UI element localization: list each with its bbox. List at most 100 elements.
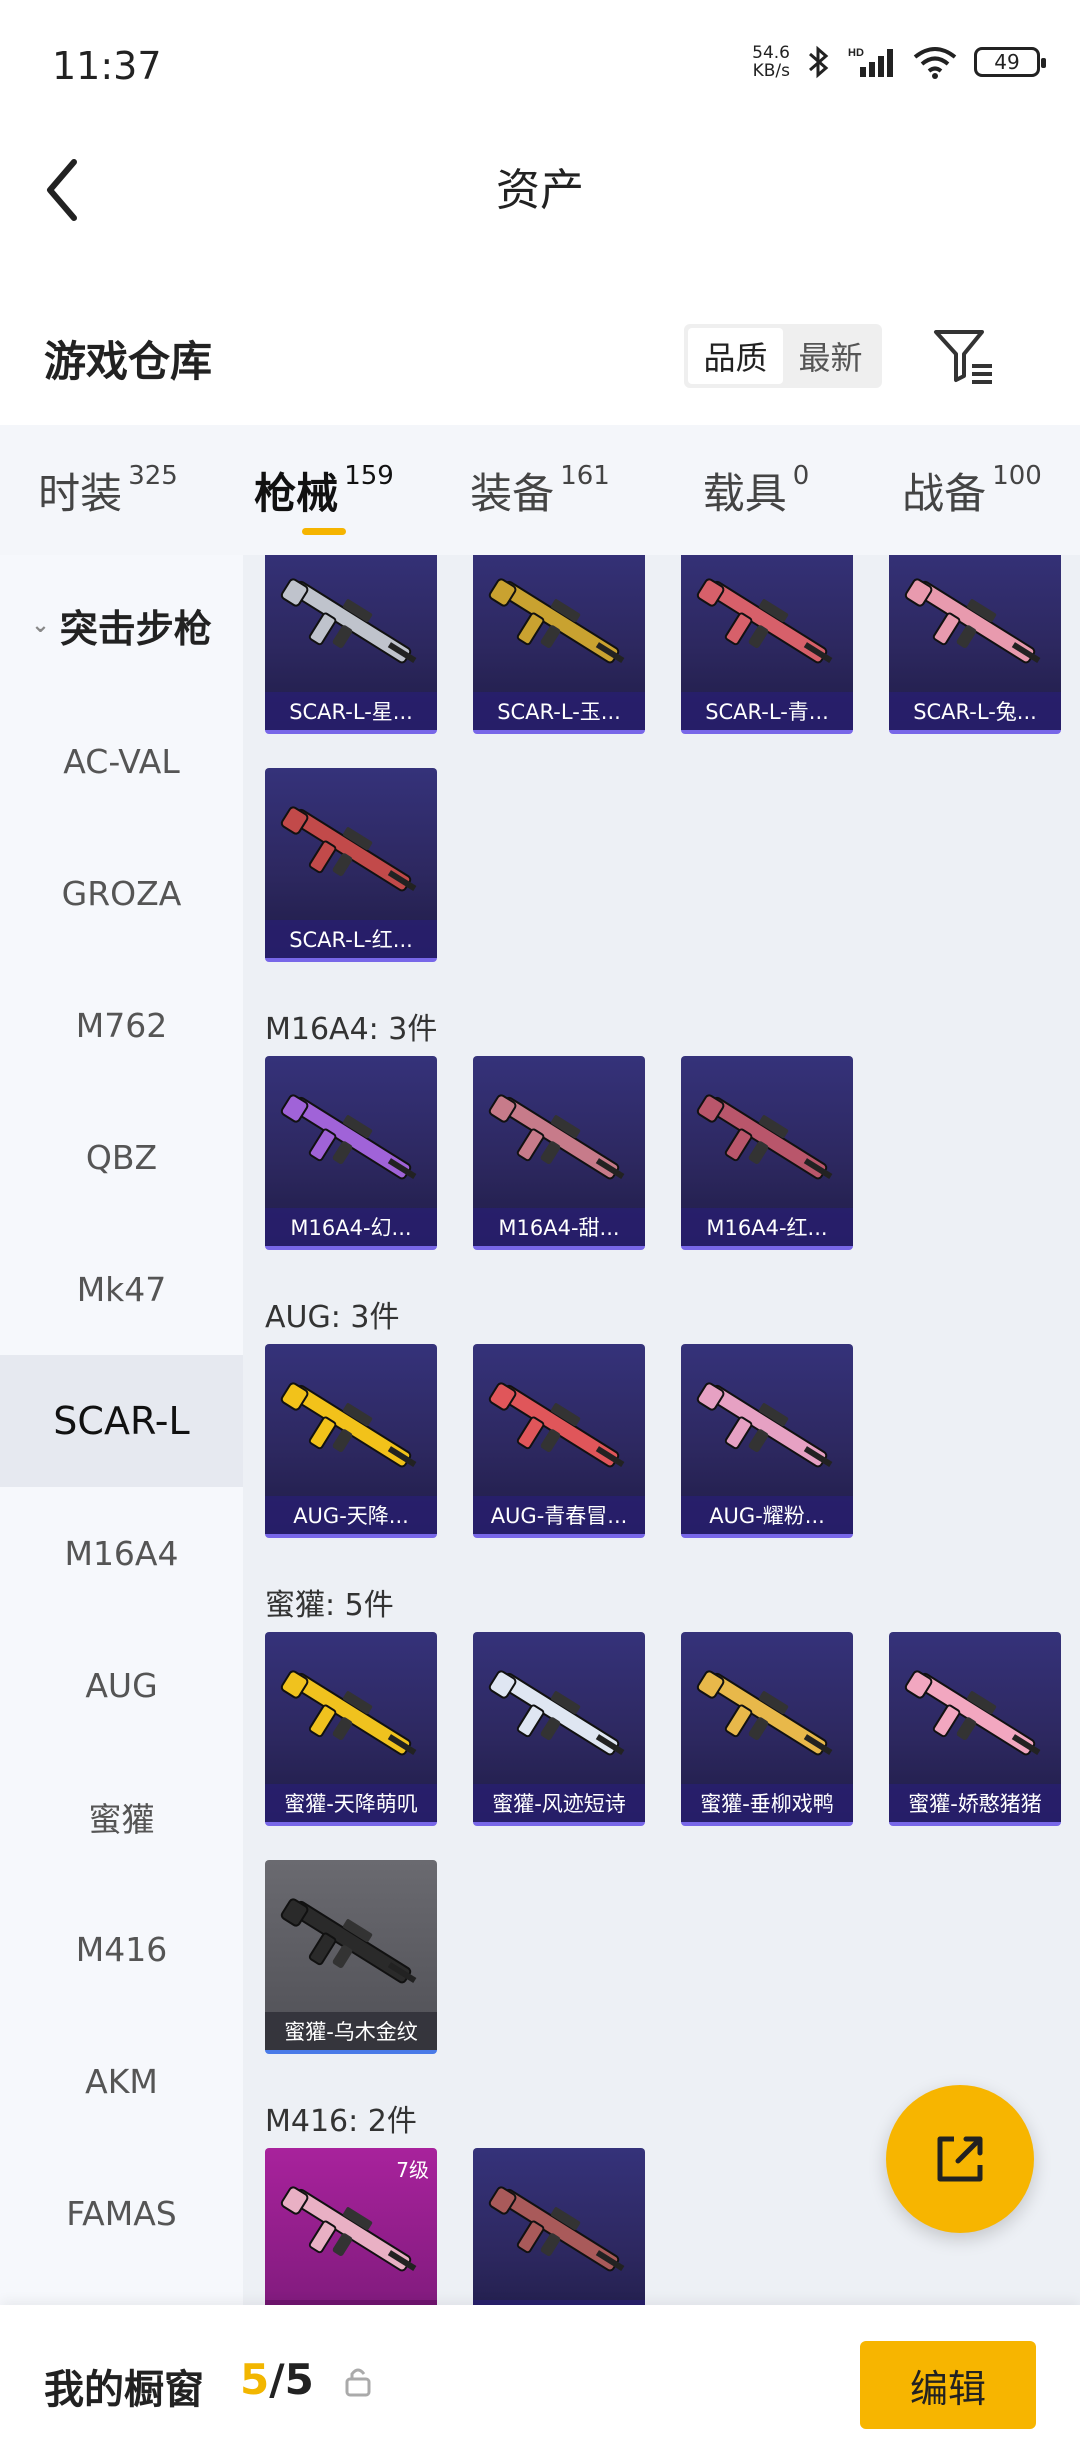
chevron-down-icon: ⌄ — [31, 612, 50, 638]
weapon-skin-name: SCAR-L-红... — [265, 920, 437, 958]
sidebar-item[interactable]: 蜜獾 — [0, 1751, 243, 1883]
tab-vehicles[interactable]: 载具 0 — [648, 425, 864, 555]
share-icon — [937, 2136, 983, 2182]
weapon-skin-name: SCAR-L-兔... — [889, 692, 1061, 730]
weapon-skin-name: AUG-青春冒... — [473, 1496, 645, 1534]
weapon-skin-image — [696, 578, 833, 664]
showcase-current: 5 — [240, 2355, 270, 2404]
weapon-skin-image — [488, 1670, 625, 1756]
weapon-skin-image — [696, 1382, 833, 1468]
sidebar-item[interactable]: M762 — [0, 959, 243, 1091]
weapon-skin-image — [904, 578, 1041, 664]
tab-firearms[interactable]: 枪械 159 — [216, 425, 432, 555]
weapon-skin-image — [280, 1898, 417, 1984]
section-title: AUG: 3件 — [265, 1300, 400, 1335]
tab-label: 时装 — [38, 468, 123, 518]
wifi-icon — [913, 47, 957, 79]
weapon-skin-card[interactable]: M16A4-红... — [681, 1056, 853, 1250]
sidebar-group-assault-rifles[interactable]: ⌄ 突击步枪 — [0, 555, 243, 695]
weapon-grid: 蜜獾-天降萌叽 蜜獾-风迹短诗 蜜獾-垂柳戏鸭 蜜獾-娇憨猪猪蜜獾-乌木金纹 — [243, 1632, 1080, 2088]
weapon-skin-card[interactable]: SCAR-L-星... — [265, 555, 437, 734]
weapon-skin-name: 蜜獾-天降萌叽 — [265, 1784, 437, 1822]
weapon-skin-image — [280, 1670, 417, 1756]
weapon-skin-name: M16A4-幻... — [265, 1208, 437, 1246]
sidebar-item[interactable]: QBZ — [0, 1091, 243, 1223]
tab-fashion[interactable]: 时装 325 — [0, 425, 216, 555]
edit-button[interactable]: 编辑 — [860, 2341, 1036, 2429]
weapon-skin-image — [280, 1382, 417, 1468]
weapon-skin-name: AUG-耀粉... — [681, 1496, 853, 1534]
sidebar-item[interactable]: AUG — [0, 1619, 243, 1751]
sort-quality-button[interactable]: 品质 — [688, 328, 783, 384]
weapon-skin-card[interactable]: 蜜獾-垂柳戏鸭 — [681, 1632, 853, 1826]
weapon-sections: SCAR-L-星... SCAR-L-玉... SCAR-L-青... SCAR-L-… — [243, 555, 1080, 2305]
weapon-skin-image — [488, 578, 625, 664]
weapon-skin-card[interactable]: 蜜獾-风迹短诗 — [473, 1632, 645, 1826]
weapon-skin-name: 蜜獾-风迹短诗 — [473, 1784, 645, 1822]
weapon-skin-name: SCAR-L-玉... — [473, 692, 645, 730]
sidebar-item[interactable]: SCAR-L — [0, 1355, 243, 1487]
weapon-skin-card[interactable]: SCAR-L-红... — [265, 768, 437, 962]
weapon-skin-image — [488, 2186, 625, 2272]
status-time: 11:37 — [52, 44, 162, 88]
weapon-skin-card[interactable]: 7级M416-心之... — [265, 2148, 437, 2305]
network-speed: 54.6 KB/s — [752, 43, 790, 81]
weapon-skin-name: 蜜獾-娇憨猪猪 — [889, 1784, 1061, 1822]
weapon-skin-image — [696, 1670, 833, 1756]
tab-combat-supplies[interactable]: 战备 100 — [864, 425, 1080, 555]
warehouse-header: 游戏仓库 品质 最新 — [0, 300, 1080, 410]
sidebar-item[interactable]: Mk47 — [0, 1223, 243, 1355]
sidebar-item[interactable]: M16A4 — [0, 1487, 243, 1619]
sort-toggle: 品质 最新 — [684, 324, 882, 388]
weapon-skin-card[interactable]: 蜜獾-娇憨猪猪 — [889, 1632, 1061, 1826]
tab-label: 枪械 — [254, 468, 339, 518]
weapon-grid: M16A4-幻... M16A4-甜... M16A4-红... — [243, 1056, 1080, 1284]
weapon-skin-card[interactable]: AUG-耀粉... — [681, 1344, 853, 1538]
weapon-skin-image — [280, 2186, 417, 2272]
weapon-skin-image — [280, 578, 417, 664]
section-title: 蜜獾: 5件 — [265, 1588, 394, 1623]
weapon-grid: AUG-天降... AUG-青春冒... AUG-耀粉... — [243, 1344, 1080, 1572]
weapon-skin-name: SCAR-L-星... — [265, 692, 437, 730]
weapon-skin-card[interactable]: AUG-青春冒... — [473, 1344, 645, 1538]
weapon-skin-card[interactable]: M16A4-幻... — [265, 1056, 437, 1250]
warehouse-title: 游戏仓库 — [44, 337, 213, 386]
weapon-skin-card[interactable]: AUG-天降... — [265, 1344, 437, 1538]
active-tab-indicator — [302, 528, 346, 535]
sidebar-item[interactable]: M416 — [0, 1883, 243, 2015]
weapon-skin-card[interactable]: 蜜獾-乌木金纹 — [265, 1860, 437, 2054]
weapon-skin-card[interactable]: SCAR-L-青... — [681, 555, 853, 734]
sidebar-item[interactable]: FAMAS — [0, 2147, 243, 2279]
share-fab-button[interactable] — [886, 2085, 1034, 2233]
sidebar-item[interactable]: AKM — [0, 2015, 243, 2147]
signal-icon: HD — [848, 47, 893, 77]
weapon-skin-card[interactable]: SCAR-L-兔... — [889, 555, 1061, 734]
tab-count: 100 — [992, 461, 1042, 491]
sidebar-item[interactable]: AC-VAL — [0, 695, 243, 827]
sidebar-item[interactable]: GROZA — [0, 827, 243, 959]
section-title: M16A4: 3件 — [265, 1012, 438, 1047]
tab-label: 战备 — [902, 468, 987, 518]
weapon-grid: SCAR-L-星... SCAR-L-玉... SCAR-L-青... SCAR-L-… — [243, 555, 1080, 996]
tab-count: 325 — [128, 461, 178, 491]
filter-button[interactable] — [930, 324, 1000, 390]
filter-icon — [934, 330, 992, 384]
status-bar: 11:37 54.6 KB/s HD 49 — [0, 0, 1080, 130]
weapon-skin-name: M16A4-甜... — [473, 1208, 645, 1246]
weapon-type-sidebar: ⌄ 突击步枪 AC-VAL GROZA M762 QBZ Mk47 SCAR-L M16A4… — [0, 555, 243, 2305]
tab-equipment[interactable]: 装备 161 — [432, 425, 648, 555]
weapon-grid-area[interactable]: SCAR-L-星... SCAR-L-玉... SCAR-L-青... SCAR-L-… — [243, 555, 1080, 2305]
weapon-skin-image — [488, 1382, 625, 1468]
weapon-skin-card[interactable]: SCAR-L-玉... — [473, 555, 645, 734]
weapon-skin-card[interactable]: 蜜獾-天降萌叽 — [265, 1632, 437, 1826]
sidebar-list: AC-VAL GROZA M762 QBZ Mk47 SCAR-L M16A4 AUG 蜜獾 M4… — [0, 695, 243, 2279]
tab-label: 载具 — [702, 468, 787, 518]
weapon-skin-card[interactable]: M416-红色... — [473, 2148, 645, 2305]
weapon-skin-image — [280, 1094, 417, 1180]
category-tabs: 时装 325 枪械 159 装备 161 载具 0 战备 100 — [0, 425, 1080, 555]
weapon-skin-card[interactable]: M16A4-甜... — [473, 1056, 645, 1250]
weapon-skin-name: 蜜獾-乌木金纹 — [265, 2012, 437, 2050]
sort-newest-button[interactable]: 最新 — [783, 328, 878, 384]
showcase-bar: 我的橱窗 5/5 编辑 — [0, 2305, 1080, 2460]
weapon-skin-image — [280, 806, 417, 892]
